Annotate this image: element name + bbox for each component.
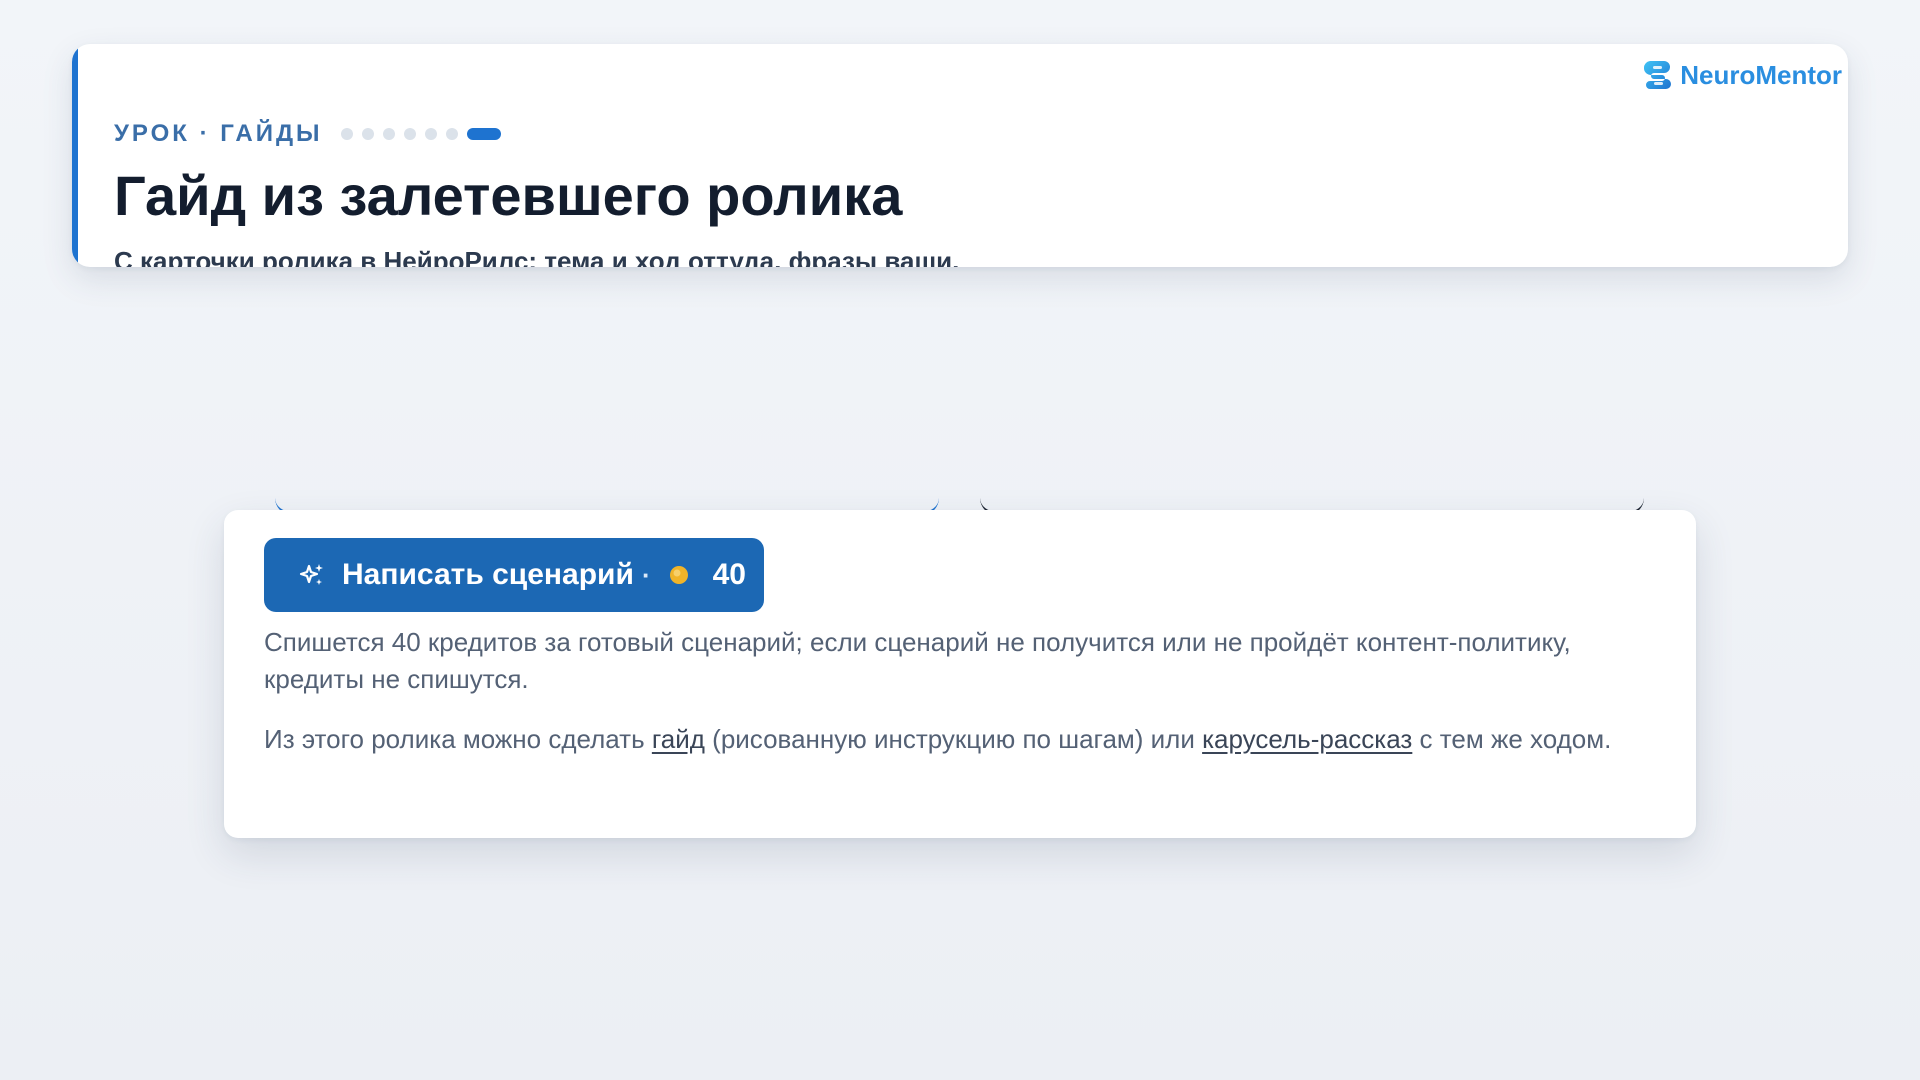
brand-name: NeuroMentor bbox=[1680, 60, 1842, 90]
progress-dot bbox=[382, 128, 395, 140]
lesson-progress bbox=[340, 128, 501, 140]
write-script-button[interactable]: Написать сценарий · 40 bbox=[264, 538, 764, 612]
script-action-card: Написать сценарий · 40 Спишется 40 креди… bbox=[224, 510, 1696, 838]
lesson-eyebrow: УРОК · ГАЙДЫ bbox=[114, 120, 323, 147]
progress-dot bbox=[445, 128, 458, 140]
brand: NeuroMentor bbox=[1644, 58, 1842, 92]
separator-dot: · bbox=[641, 560, 651, 590]
neuromentor-logo-icon bbox=[1644, 61, 1672, 89]
progress-dot bbox=[424, 128, 437, 140]
guide-link[interactable]: гайд bbox=[652, 724, 705, 754]
sparkle-icon bbox=[299, 564, 323, 585]
progress-dot bbox=[340, 128, 353, 140]
alternative-formats-note: Из этого ролика можно сделать гайд (рисо… bbox=[264, 721, 1664, 758]
page-subtitle: С карточки ролика в НейроРилс: тема и хо… bbox=[114, 246, 960, 267]
carousel-story-link[interactable]: карусель-рассказ bbox=[1202, 724, 1412, 754]
alt-text-middle: (рисованную инструкцию по шагам) или bbox=[704, 724, 1203, 754]
progress-dot-current bbox=[466, 128, 501, 140]
progress-dot bbox=[403, 128, 416, 140]
write-script-label: Написать сценарий bbox=[342, 558, 634, 591]
page-title: Гайд из залетевшего ролика bbox=[114, 164, 903, 227]
credit-cost: 40 bbox=[712, 558, 746, 591]
credit-charge-note: Спишется 40 кредитов за готовый сценарий… bbox=[264, 627, 1571, 694]
coin-icon bbox=[669, 566, 688, 584]
lesson-header-card: УРОК · ГАЙДЫ Гайд из залетевшего ролика … bbox=[72, 44, 1848, 267]
alt-text-prefix: Из этого ролика можно сделать bbox=[264, 724, 652, 754]
progress-dot bbox=[361, 128, 374, 140]
alt-text-suffix: с тем же ходом. bbox=[1412, 724, 1612, 754]
header-accent-bar bbox=[72, 44, 78, 267]
eyebrow-row: УРОК · ГАЙДЫ bbox=[114, 122, 501, 146]
